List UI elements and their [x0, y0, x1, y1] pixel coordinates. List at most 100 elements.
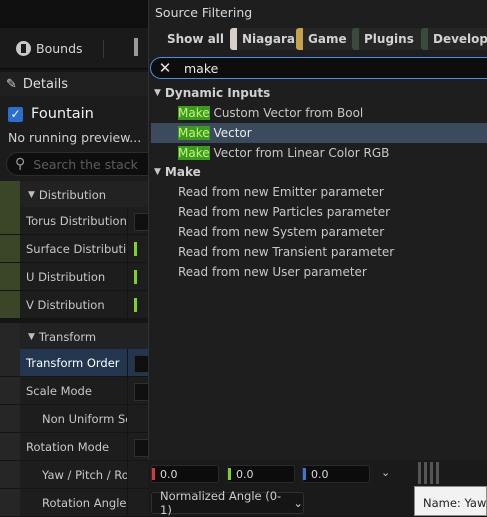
property-value-cell[interactable] [127, 433, 148, 460]
row-gutter [0, 489, 20, 516]
row-gutter [0, 207, 20, 234]
row-gutter [0, 235, 20, 262]
vector-component-field[interactable]: 0.0 [227, 465, 295, 483]
filter-chip-plugins[interactable]: Plugins [352, 28, 422, 50]
row-gutter [0, 349, 20, 376]
result-item[interactable]: Make Vector [151, 123, 487, 143]
value-indicator [134, 270, 137, 284]
expand-caret-icon: ▼ [154, 88, 161, 98]
property-row[interactable]: U Distribution [0, 263, 148, 291]
rotation-units-value: Normalized Angle (0-1) [160, 489, 282, 517]
expand-caret-icon[interactable]: ▼ [20, 332, 35, 342]
property-label: Scale Mode [26, 383, 92, 398]
action-search-value[interactable]: make [184, 61, 218, 76]
property-value-cell[interactable] [127, 291, 148, 318]
vector-component-field[interactable]: 0.0 [302, 465, 370, 483]
property-value-cell[interactable] [127, 461, 148, 488]
result-item[interactable]: Read from new User parameter [151, 262, 487, 282]
result-item-label: Custom Vector from Bool [209, 106, 364, 120]
vector-component-value: 0.0 [236, 467, 254, 481]
property-label: V Distribution [26, 297, 105, 312]
property-label: Torus Distribution M [26, 213, 127, 228]
property-value-cell[interactable] [127, 377, 148, 404]
clear-search-icon[interactable]: ✕ [154, 59, 176, 77]
result-item-label: Read from new System parameter [178, 225, 385, 239]
property-row[interactable]: Transform Order [0, 349, 148, 377]
result-item-label: Read from new User parameter [178, 265, 367, 279]
property-label: Non Uniform Sca [42, 411, 127, 426]
search-match-highlight: Make [178, 146, 210, 160]
property-row[interactable]: Rotation Angle T [0, 489, 148, 517]
property-row[interactable]: Non Uniform Sca [0, 405, 148, 433]
preview-status-text: No running preview... [8, 130, 142, 145]
filter-chip-niagara[interactable]: Niagara [230, 28, 303, 50]
result-item-label: Read from new Transient parameter [178, 245, 395, 259]
search-icon: ⚲ [15, 156, 26, 172]
property-label: U Distribution [26, 269, 106, 284]
filter-chip-developer[interactable]: Developer [421, 28, 487, 50]
vector-component-value: 0.0 [311, 467, 329, 481]
property-row[interactable]: Rotation Mode [0, 433, 148, 461]
property-value-cell[interactable] [127, 263, 148, 290]
axis-color-marker [152, 468, 155, 480]
value-field[interactable] [134, 439, 148, 457]
value-field[interactable] [134, 383, 148, 401]
result-item-label: Vector from Linear Color RGB [209, 146, 390, 160]
details-tab[interactable]: ✎ Details [0, 72, 148, 96]
stack-search-input[interactable]: ⚲ Search the stack [6, 152, 148, 176]
vector-component-field[interactable]: 0.0 [151, 465, 219, 483]
enabled-checkbox[interactable]: ✓ [8, 106, 23, 122]
rotation-units-dropdown[interactable]: Normalized Angle (0-1) ⌄ [151, 489, 304, 517]
result-item[interactable]: Read from new Particles parameter [151, 202, 487, 222]
result-item[interactable]: Make Custom Vector from Bool [151, 103, 487, 123]
property-row[interactable]: Surface Distribution [0, 235, 148, 263]
property-value-cell[interactable] [127, 405, 148, 432]
chevron-down-icon[interactable]: ⌄ [381, 466, 390, 479]
toolbar-divider [103, 40, 104, 58]
system-enabled-row: ✓ Fountain [8, 106, 94, 122]
property-value-cell[interactable] [127, 207, 148, 234]
property-label: Surface Distribution [26, 241, 127, 256]
result-category[interactable]: ▼ Make [154, 163, 201, 181]
result-item[interactable]: Read from new System parameter [151, 222, 487, 242]
property-section-header[interactable]: ▼ Distribution [0, 181, 148, 209]
property-value-cell[interactable] [127, 349, 148, 376]
result-item[interactable]: Read from new Transient parameter [151, 242, 487, 262]
property-row[interactable]: V Distribution [0, 291, 148, 319]
property-row[interactable]: Torus Distribution M [0, 207, 148, 235]
property-row[interactable]: Scale Mode [0, 377, 148, 405]
bounds-icon [16, 40, 31, 56]
bounds-button[interactable]: Bounds [16, 36, 83, 60]
result-category[interactable]: ▼ Dynamic Inputs [154, 84, 270, 102]
pencil-icon: ✎ [6, 76, 17, 92]
property-value-cell[interactable] [127, 235, 148, 262]
value-field[interactable] [134, 355, 148, 373]
result-item[interactable]: Make Vector from Linear Color RGB [151, 143, 487, 163]
system-name: Fountain [31, 106, 94, 122]
action-search-input[interactable]: ✕ make [150, 57, 487, 79]
value-field[interactable] [134, 213, 148, 231]
chip-color-swatch [296, 28, 303, 50]
chip-label: Developer [433, 32, 487, 46]
expand-caret-icon[interactable]: ▼ [20, 190, 35, 200]
result-item[interactable]: Read from new Emitter parameter [151, 182, 487, 202]
property-value-cell[interactable] [127, 489, 148, 516]
filter-chip-game[interactable]: Game [296, 28, 355, 50]
property-label: Rotation Mode [26, 439, 110, 454]
axis-color-marker [303, 468, 306, 480]
row-gutter [0, 461, 20, 488]
stack-search-placeholder: Search the stack [33, 156, 138, 172]
category-name: Dynamic Inputs [164, 86, 271, 100]
toolbar-overflow-handle[interactable] [134, 38, 138, 56]
property-label: Transform [38, 329, 97, 344]
result-item-label: Read from new Emitter parameter [178, 185, 384, 199]
property-row[interactable]: Yaw / Pitch / Ro [0, 461, 148, 489]
chevron-down-icon: ⌄ [293, 496, 303, 510]
reorder-handle[interactable] [418, 462, 440, 484]
bounds-label: Bounds [36, 40, 83, 56]
search-match-highlight: Make [178, 126, 210, 140]
tooltip-text: Name: Yaw [423, 496, 487, 510]
row-gutter [0, 405, 20, 432]
filter-chip-show-all[interactable]: Show all [160, 28, 232, 50]
property-section-header[interactable]: ▼ Transform [0, 323, 148, 351]
